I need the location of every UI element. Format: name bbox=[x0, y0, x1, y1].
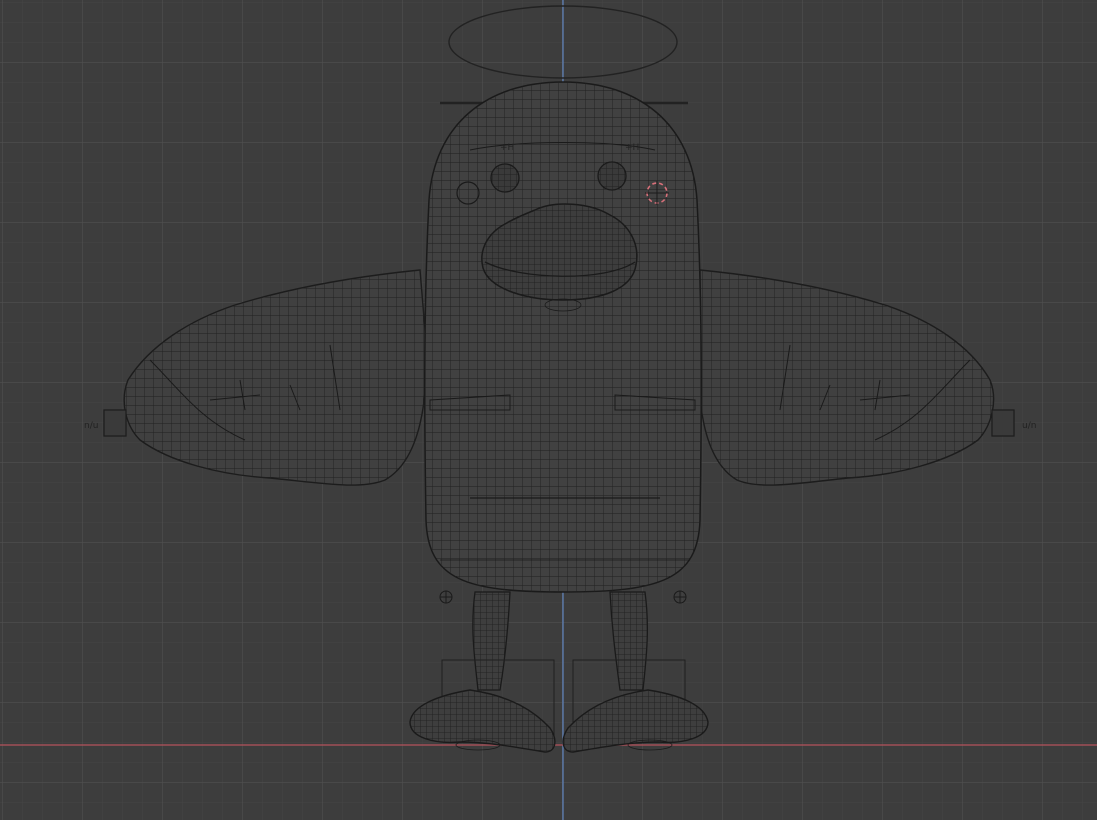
svg-text:n/u: n/u bbox=[84, 421, 98, 431]
svg-text:u/n: u/n bbox=[1022, 421, 1036, 431]
3d-viewport[interactable]: n/u u/n +H +H bbox=[0, 0, 1097, 820]
leg-pivot-right bbox=[673, 590, 687, 604]
head-body[interactable] bbox=[424, 81, 702, 593]
svg-text:+H: +H bbox=[625, 143, 639, 153]
viewport-canvas[interactable]: n/u u/n +H +H bbox=[0, 0, 1097, 820]
svg-text:+H: +H bbox=[500, 143, 514, 153]
leg-pivot-left bbox=[439, 590, 453, 604]
